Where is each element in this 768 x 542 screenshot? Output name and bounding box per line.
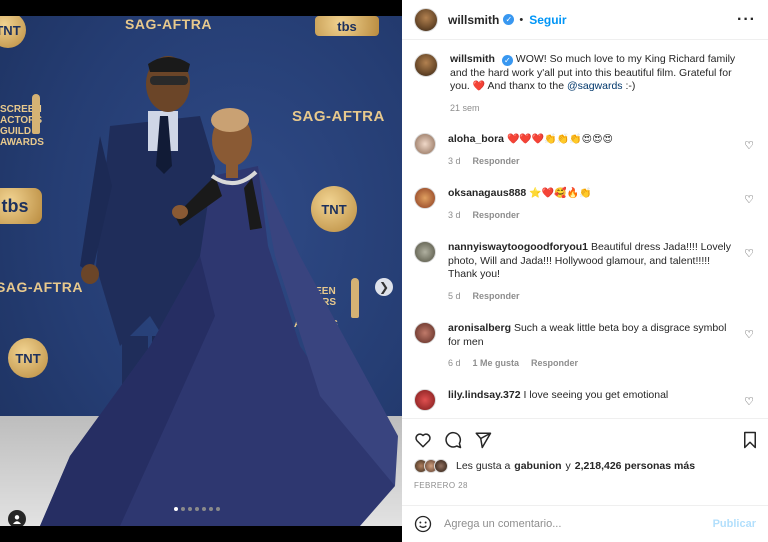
- comment-time[interactable]: 5 d: [448, 291, 461, 301]
- comment-input[interactable]: [444, 518, 684, 530]
- comment-composer: Publicar: [402, 505, 768, 542]
- couple-illustration: [40, 56, 398, 526]
- like-heart-icon[interactable]: [414, 431, 432, 449]
- commenter-avatar[interactable]: [414, 187, 436, 209]
- commenter-avatar[interactable]: [414, 322, 436, 344]
- carousel-dot: [202, 507, 206, 511]
- user-tag-icon: [13, 515, 21, 524]
- like-comment-heart-icon[interactable]: ♡: [744, 328, 754, 341]
- like-comment-heart-icon[interactable]: ♡: [744, 193, 754, 206]
- carousel-next-button[interactable]: ❯: [375, 278, 393, 296]
- comment-bubble-icon[interactable]: [444, 431, 462, 449]
- caption-text-3: :-): [622, 80, 636, 92]
- carousel-dot: [188, 507, 192, 511]
- commenter-avatar[interactable]: [414, 389, 436, 411]
- comment-likes-count[interactable]: 1 Me gusta: [473, 358, 520, 368]
- likes-user-link[interactable]: gabunion: [514, 460, 561, 472]
- reply-button[interactable]: Responder: [531, 358, 578, 368]
- dot-separator: •: [519, 13, 524, 26]
- carousel-dot: [195, 507, 199, 511]
- liker-avatar: [434, 459, 448, 473]
- chevron-right-icon: ❯: [378, 280, 390, 294]
- comments-list[interactable]: willsmith ✓ WOW! So much love to my King…: [402, 41, 768, 417]
- comment-item: aronisalberg Such a weak little beta boy…: [414, 322, 758, 371]
- like-comment-heart-icon[interactable]: ♡: [744, 395, 754, 408]
- comment-item: aloha_bora ❤️❤️❤️👏👏👏😍😍😍 3 d Responder ♡: [414, 133, 758, 168]
- share-send-icon[interactable]: [474, 431, 492, 449]
- post-media: SAG-AFTRA SAG-AFTRA SAG-AFTRA tbs tbs TN…: [0, 0, 402, 542]
- post-header: willsmith ✓ • Seguir ···: [402, 0, 768, 40]
- liker-avatars: [414, 459, 448, 473]
- verified-badge-icon: ✓: [501, 55, 513, 66]
- carousel-dot: [174, 507, 178, 511]
- reply-button[interactable]: Responder: [473, 291, 520, 301]
- likes-conjunction: y: [565, 460, 571, 472]
- carousel-dot: [209, 507, 213, 511]
- commenter-avatar[interactable]: [414, 133, 436, 155]
- more-options-icon[interactable]: ···: [737, 11, 756, 29]
- likes-summary: Les gusta a gabunion y 2,218,426 persona…: [402, 449, 768, 473]
- like-comment-heart-icon[interactable]: ♡: [744, 139, 754, 152]
- reply-button[interactable]: Responder: [473, 156, 520, 166]
- tagged-users-button[interactable]: [8, 510, 26, 526]
- follow-button[interactable]: Seguir: [529, 13, 566, 27]
- comment-item: nannyiswaytoogoodforyou1 Beautiful dress…: [414, 241, 758, 303]
- comment-username[interactable]: oksanagaus888: [448, 187, 526, 199]
- comment-text: I love seeing you get emotional: [523, 389, 669, 401]
- bookmark-icon[interactable]: [742, 431, 758, 449]
- comment-username[interactable]: aronisalberg: [448, 322, 511, 334]
- comment-item: lily.lindsay.372 I love seeing you get e…: [414, 389, 758, 411]
- comment-time[interactable]: 6 d: [448, 358, 461, 368]
- comment-text: ⭐❤️🥰🔥👏: [529, 188, 592, 199]
- comment-username[interactable]: lily.lindsay.372: [448, 389, 521, 401]
- reply-button[interactable]: Responder: [473, 210, 520, 220]
- publish-comment-button[interactable]: Publicar: [713, 518, 756, 530]
- comment-time[interactable]: 3 d: [448, 156, 461, 166]
- author-avatar[interactable]: [414, 7, 438, 32]
- post-actions: Les gusta a gabunion y 2,218,426 persona…: [402, 418, 768, 504]
- caption-time[interactable]: 21 sem: [450, 103, 480, 113]
- caption-text-2: And thanx to the: [485, 80, 567, 92]
- caption-mention-link[interactable]: @sagwards: [567, 80, 623, 92]
- carousel-dot: [216, 507, 220, 511]
- carousel-dot: [181, 507, 185, 511]
- likes-count-link[interactable]: 2,218,426 personas más: [575, 460, 695, 472]
- caption: willsmith ✓ WOW! So much love to my King…: [414, 53, 758, 115]
- verified-badge-icon: ✓: [503, 14, 515, 25]
- carousel-indicator: [174, 507, 220, 511]
- caption-avatar[interactable]: [414, 53, 438, 77]
- likes-prefix: Les gusta a: [456, 460, 511, 472]
- like-comment-heart-icon[interactable]: ♡: [744, 247, 754, 260]
- red-heart-emoji: ❤️: [472, 81, 486, 92]
- comment-time[interactable]: 3 d: [448, 210, 461, 220]
- comment-username[interactable]: aloha_bora: [448, 133, 504, 145]
- commenter-avatar[interactable]: [414, 241, 436, 263]
- post-date[interactable]: FEBRERO 28: [402, 473, 768, 490]
- emoji-smiley-icon[interactable]: [414, 515, 432, 533]
- caption-username[interactable]: willsmith: [450, 53, 495, 65]
- comment-text: ❤️❤️❤️👏👏👏😍😍😍: [506, 134, 613, 145]
- comment-username[interactable]: nannyiswaytoogoodforyou1: [448, 241, 588, 253]
- comment-item: oksanagaus888 ⭐❤️🥰🔥👏 3 d Responder ♡: [414, 187, 758, 222]
- post-side-panel: willsmith ✓ • Seguir ··· willsmith ✓ WOW…: [402, 0, 768, 542]
- post-photo[interactable]: SAG-AFTRA SAG-AFTRA SAG-AFTRA tbs tbs TN…: [0, 16, 402, 526]
- author-username[interactable]: willsmith: [448, 13, 499, 27]
